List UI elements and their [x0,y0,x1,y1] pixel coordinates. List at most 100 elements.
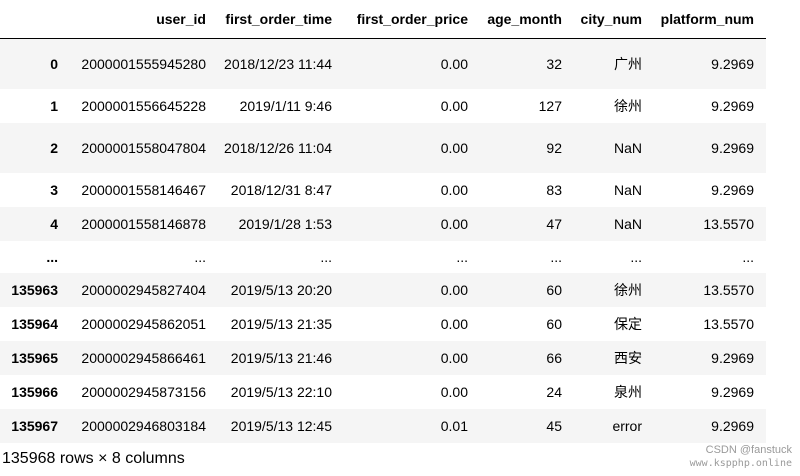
row-index: 1 [50,97,58,114]
row-index: 4 [50,215,58,232]
column-header-platform-num: platform_num [654,0,766,39]
cell-age-month: ... [550,248,562,265]
cell-city-num: NaN [613,181,642,198]
cell-city-num: 徐州 [614,281,642,298]
cell-city-num: 西安 [614,349,642,366]
cell-first-order-price: 0.01 [440,417,468,434]
cell-city-num: 保定 [614,315,642,332]
cell-first-order-price: 0.00 [440,315,468,332]
cell-first-order-time: 2019/5/13 20:20 [230,281,332,298]
cell-age-month: 92 [546,139,562,156]
cell-user-id: 2000002946803184 [81,417,206,434]
cell-first-order-price: 0.00 [440,215,468,232]
table-row: 4 2000001558146878 2019/1/28 1:53 0.00 4… [0,206,766,241]
cell-first-order-price: 0.00 [440,281,468,298]
cell-user-id: 2000002945873156 [81,383,206,400]
cell-age-month: 45 [546,417,562,434]
cell-first-order-time: 2019/5/13 21:35 [230,315,332,332]
row-index: 135967 [11,417,58,434]
cell-first-order-price: 0.00 [440,383,468,400]
cell-first-order-price: ... [456,248,468,265]
column-header-first-order-time: first_order_time [218,0,344,39]
cell-age-month: 60 [546,281,562,298]
cell-user-id: 2000002945862051 [81,315,206,332]
cell-user-id: 2000002945866461 [81,349,206,366]
row-index: ... [46,248,58,265]
cell-city-num: 泉州 [614,383,642,400]
table-row: 1 2000001556645228 2019/1/11 9:46 0.00 1… [0,88,766,123]
cell-platform-num: 9.2969 [711,383,754,400]
ellipsis-row: ... ... ... ... ... ... ... [0,240,766,273]
cell-age-month: 83 [546,181,562,198]
cell-age-month: 32 [546,55,562,72]
cell-first-order-price: 0.00 [440,55,468,72]
cell-first-order-time: 2019/5/13 12:45 [230,417,332,434]
cell-user-id: 2000001558146467 [81,181,206,198]
column-header-first-order-price: first_order_price [344,0,480,39]
column-header-city-num: city_num [574,0,654,39]
cell-first-order-time: ... [320,248,332,265]
table-row: 135964 2000002945862051 2019/5/13 21:35 … [0,306,766,341]
notebook-output: user_id first_order_time first_order_pri… [0,0,800,476]
cell-user-id: 2000001555945280 [81,55,206,72]
row-index: 135965 [11,349,58,366]
index-header [0,0,70,39]
cell-first-order-price: 0.00 [440,139,468,156]
cell-first-order-time: 2018/12/23 11:44 [224,55,332,72]
row-index: 135963 [11,281,58,298]
watermark-site: www.kspphp.online [689,458,792,469]
cell-platform-num: 13.5570 [703,315,754,332]
cell-first-order-time: 2019/5/13 22:10 [230,383,332,400]
cell-city-num: NaN [613,215,642,232]
cell-platform-num: 13.5570 [703,215,754,232]
table-row: 0 2000001555945280 2018/12/23 11:44 0.00… [0,38,766,89]
header-row: user_id first_order_time first_order_pri… [0,0,766,39]
dataframe-shape-summary: 135968 rows × 8 columns [2,450,185,467]
table-row: 135967 2000002946803184 2019/5/13 12:45 … [0,408,766,443]
cell-first-order-time: 2019/1/11 9:46 [239,97,332,114]
watermark: CSDN @fanstuck www.kspphp.online [690,444,792,470]
cell-platform-num: 9.2969 [711,417,754,434]
cell-first-order-price: 0.00 [440,349,468,366]
table-row: 2 2000001558047804 2018/12/26 11:04 0.00… [0,122,766,173]
cell-user-id: 2000001556645228 [81,97,206,114]
column-header-age-month: age_month [480,0,574,39]
cell-city-num: ... [630,248,642,265]
cell-age-month: 127 [538,97,562,114]
cell-user-id: 2000001558047804 [81,139,206,156]
table-row: 3 2000001558146467 2018/12/31 8:47 0.00 … [0,172,766,207]
cell-city-num: error [612,417,642,434]
column-header-user-id: user_id [70,0,218,39]
table-row: 135965 2000002945866461 2019/5/13 21:46 … [0,340,766,375]
cell-platform-num: 9.2969 [711,181,754,198]
cell-platform-num: 9.2969 [711,139,754,156]
cell-first-order-price: 0.00 [440,97,468,114]
cell-first-order-time: 2019/5/13 21:46 [230,349,332,366]
cell-first-order-time: 2018/12/31 8:47 [230,181,332,198]
cell-user-id: ... [194,248,206,265]
cell-age-month: 66 [546,349,562,366]
cell-platform-num: 9.2969 [711,97,754,114]
row-index: 0 [50,55,58,72]
row-index: 3 [50,181,58,198]
cell-platform-num: 9.2969 [711,55,754,72]
row-index: 2 [50,139,58,156]
cell-platform-num: ... [742,248,754,265]
cell-user-id: 2000001558146878 [81,215,206,232]
table-row: 135963 2000002945827404 2019/5/13 20:20 … [0,272,766,307]
cell-age-month: 47 [546,215,562,232]
table-row: 135966 2000002945873156 2019/5/13 22:10 … [0,374,766,409]
cell-platform-num: 9.2969 [711,349,754,366]
row-index: 135964 [11,315,58,332]
cell-city-num: 广州 [614,55,642,72]
watermark-author: CSDN @fanstuck [705,444,792,456]
cell-first-order-time: 2018/12/26 11:04 [224,139,332,156]
cell-user-id: 2000002945827404 [81,281,206,298]
dataframe-table: user_id first_order_time first_order_pri… [0,0,766,443]
cell-age-month: 60 [546,315,562,332]
row-index: 135966 [11,383,58,400]
cell-age-month: 24 [546,383,562,400]
cell-first-order-price: 0.00 [440,181,468,198]
cell-first-order-time: 2019/1/28 1:53 [238,215,332,232]
cell-city-num: 徐州 [614,97,642,114]
